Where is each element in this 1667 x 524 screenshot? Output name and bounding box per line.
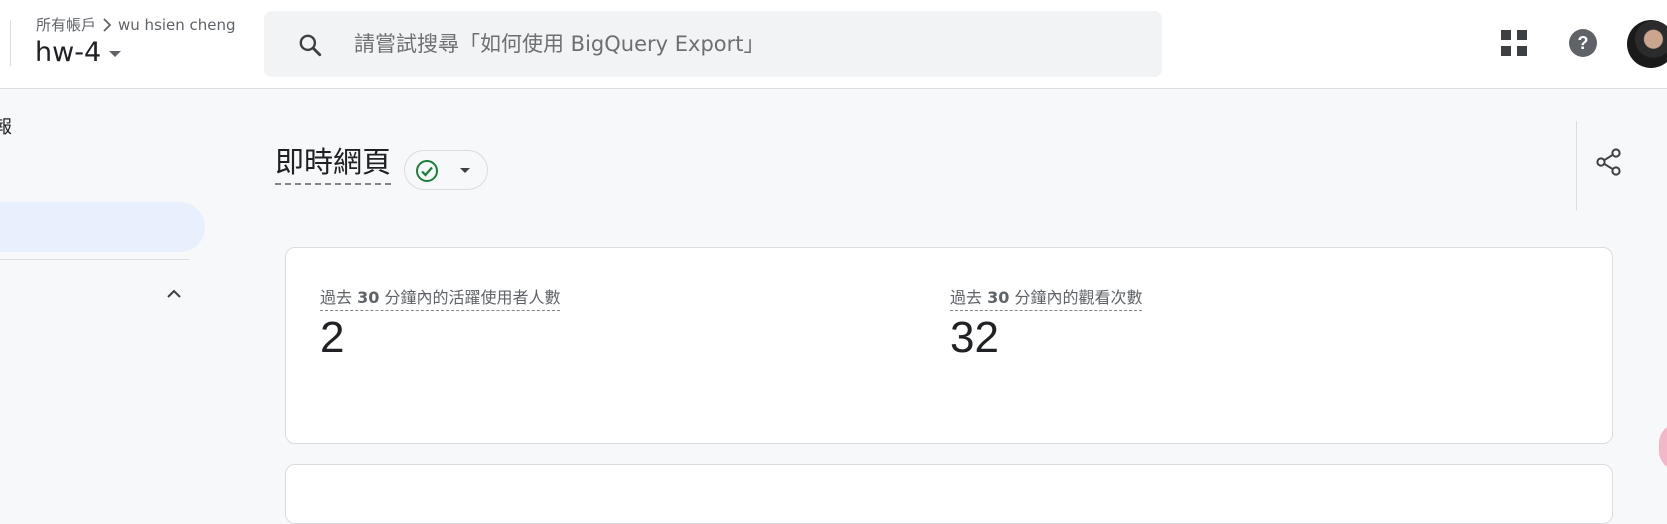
avatar[interactable] (1627, 20, 1667, 68)
metric-label-prefix: 過去 (950, 288, 988, 307)
metric-label-active-users[interactable]: 過去 30 分鐘內的活躍使用者人數 (320, 284, 561, 311)
caret-down-icon (109, 51, 122, 57)
property-selector[interactable]: hw-4 (35, 37, 122, 68)
toolbar-divider (1576, 121, 1577, 210)
top-app-bar: 所有帳戶 wu hsien cheng hw-4 ? (0, 0, 1667, 89)
sidebar-divider (0, 259, 189, 260)
search-icon (297, 32, 323, 62)
svg-text:?: ? (1578, 33, 1589, 53)
metric-value-views: 32 (950, 313, 999, 362)
metric-label-prefix: 過去 (320, 288, 358, 307)
search-bar[interactable] (264, 11, 1162, 77)
data-status-chip[interactable] (404, 150, 488, 190)
sidebar-item-active[interactable] (0, 202, 205, 252)
metric-label-bold: 30 (357, 288, 380, 307)
breadcrumb[interactable]: 所有帳戶 wu hsien cheng (36, 14, 236, 35)
check-circle-icon (415, 159, 439, 187)
metric-value-active-users: 2 (320, 313, 345, 362)
sidebar-item-reports-label[interactable]: 報 (0, 113, 12, 139)
caret-down-icon (460, 168, 470, 173)
property-name: hw-4 (35, 37, 102, 68)
chevron-right-icon (102, 17, 112, 32)
secondary-card (285, 464, 1613, 524)
metric-label-suffix: 分鐘內的活躍使用者人數 (379, 288, 561, 307)
help-icon[interactable]: ? (1568, 28, 1598, 62)
header-divider (10, 20, 11, 66)
breadcrumb-account[interactable]: wu hsien cheng (118, 16, 236, 34)
chevron-up-icon[interactable] (166, 283, 182, 302)
breadcrumb-root[interactable]: 所有帳戶 (36, 14, 96, 35)
metric-label-suffix: 分鐘內的觀看次數 (1009, 288, 1143, 307)
share-icon[interactable] (1596, 148, 1622, 180)
metric-label-views[interactable]: 過去 30 分鐘內的觀看次數 (950, 284, 1143, 311)
search-input[interactable] (352, 25, 1132, 63)
page-title[interactable]: 即時網頁 (275, 144, 392, 185)
apps-grid-icon[interactable] (1501, 30, 1527, 60)
floating-action-button[interactable] (1659, 423, 1667, 471)
realtime-metrics-card: 過去 30 分鐘內的活躍使用者人數 2 過去 30 分鐘內的觀看次數 32 (285, 247, 1613, 444)
metric-label-bold: 30 (987, 288, 1010, 307)
